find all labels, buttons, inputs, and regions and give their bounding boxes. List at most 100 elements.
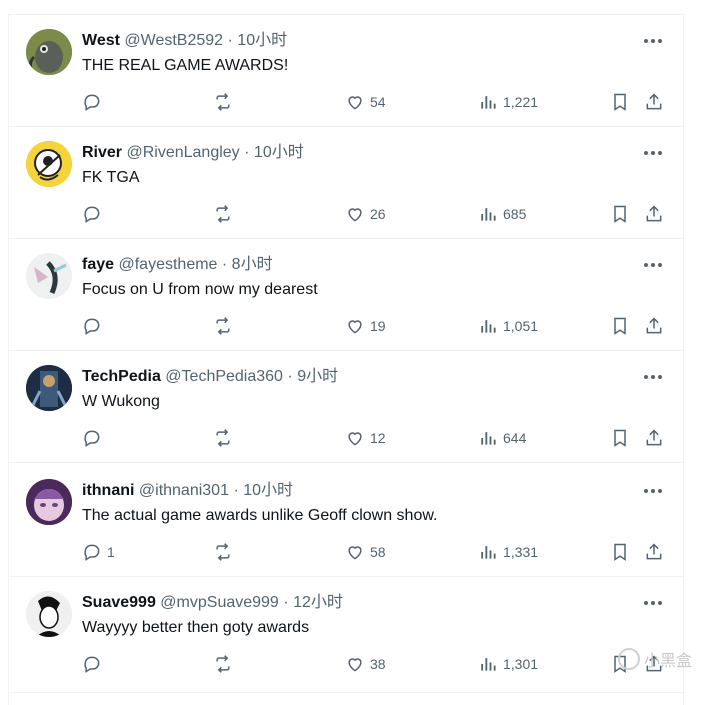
reply-button[interactable]: 1	[82, 541, 115, 563]
share-button[interactable]	[644, 91, 664, 113]
like-button[interactable]: 54	[345, 91, 386, 113]
retweet-button[interactable]	[213, 91, 233, 113]
retweet-button[interactable]	[213, 315, 233, 337]
reply-icon	[82, 428, 102, 448]
retweet-icon	[213, 92, 233, 112]
share-button[interactable]	[644, 541, 664, 563]
view-count: 1,301	[503, 656, 538, 672]
like-count: 26	[370, 206, 386, 222]
share-icon	[644, 428, 664, 448]
retweet-button[interactable]	[213, 653, 233, 675]
separator-dot: ·	[244, 144, 249, 161]
heart-icon	[345, 428, 365, 448]
bookmark-icon	[610, 204, 630, 224]
reply-button[interactable]	[82, 653, 107, 675]
like-button[interactable]: 38	[345, 653, 386, 675]
views-button[interactable]: 1,331	[478, 541, 538, 563]
timestamp[interactable]: 10小时	[237, 32, 287, 49]
user-handle[interactable]: @mvpSuave999	[160, 594, 279, 611]
action-bar: 1 58 1,331	[82, 541, 672, 563]
share-button[interactable]	[644, 315, 664, 337]
share-button[interactable]	[644, 203, 664, 225]
timestamp[interactable]: 8小时	[232, 256, 273, 273]
bookmark-button[interactable]	[610, 541, 630, 563]
views-button[interactable]: 644	[478, 427, 526, 449]
view-count: 1,331	[503, 544, 538, 560]
bookmark-button[interactable]	[610, 315, 630, 337]
like-button[interactable]: 12	[345, 427, 386, 449]
display-name[interactable]: ithnani	[82, 482, 134, 499]
reply-button[interactable]	[82, 427, 107, 449]
bookmark-button[interactable]	[610, 91, 630, 113]
retweet-icon	[213, 428, 233, 448]
avatar[interactable]	[26, 253, 72, 299]
separator-dot: ·	[233, 482, 238, 499]
reply-button[interactable]	[82, 315, 107, 337]
heart-icon	[345, 92, 365, 112]
like-button[interactable]: 26	[345, 203, 386, 225]
timestamp[interactable]: 9小时	[297, 368, 338, 385]
user-handle[interactable]: @WestB2592	[124, 32, 223, 49]
avatar[interactable]	[26, 29, 72, 75]
tweet-feed: West @WestB2592 · 10小时 THE REAL GAME AWA…	[8, 14, 684, 705]
views-icon	[478, 654, 498, 674]
more-icon[interactable]	[641, 31, 665, 51]
separator-dot: ·	[283, 594, 288, 611]
display-name[interactable]: Suave999	[82, 594, 156, 611]
action-bar: 38 1,301	[82, 653, 672, 675]
views-button[interactable]: 685	[478, 203, 526, 225]
share-icon	[644, 204, 664, 224]
avatar[interactable]	[26, 141, 72, 187]
display-name[interactable]: faye	[82, 256, 114, 273]
tweet-text: THE REAL GAME AWARDS!	[82, 55, 288, 76]
retweet-icon	[213, 204, 233, 224]
reply-button[interactable]	[82, 203, 107, 225]
tweet[interactable]: River @RivenLangley · 10小时 FK TGA 26 685	[9, 127, 683, 239]
display-name[interactable]: West	[82, 32, 120, 49]
timestamp[interactable]: 12小时	[293, 594, 343, 611]
share-button[interactable]	[644, 427, 664, 449]
tweet[interactable]: faye @fayestheme · 8小时 Focus on U from n…	[9, 239, 683, 351]
avatar[interactable]	[26, 479, 72, 525]
views-button[interactable]: 1,301	[478, 653, 538, 675]
views-button[interactable]: 1,051	[478, 315, 538, 337]
user-handle[interactable]: @TechPedia360	[165, 368, 283, 385]
user-handle[interactable]: @RivenLangley	[126, 144, 239, 161]
watermark: 小黑盒	[618, 647, 692, 671]
tweet[interactable]: West @WestB2592 · 10小时 THE REAL GAME AWA…	[9, 15, 683, 127]
bookmark-button[interactable]	[610, 427, 630, 449]
bookmark-button[interactable]	[610, 203, 630, 225]
tweet[interactable]: Suave999 @mvpSuave999 · 12小时 Wayyyy bett…	[9, 577, 683, 693]
like-count: 58	[370, 544, 386, 560]
more-icon[interactable]	[641, 481, 665, 501]
like-button[interactable]: 19	[345, 315, 386, 337]
tweet[interactable]: ithnani @ithnani301 · 10小时 The actual ga…	[9, 465, 683, 577]
views-icon	[478, 92, 498, 112]
more-icon[interactable]	[641, 143, 665, 163]
tweet-text: Focus on U from now my dearest	[82, 279, 318, 300]
user-handle[interactable]: @ithnani301	[139, 482, 229, 499]
timestamp[interactable]: 10小时	[243, 482, 293, 499]
more-icon[interactable]	[641, 593, 665, 613]
more-icon[interactable]	[641, 255, 665, 275]
tweet-text: The actual game awards unlike Geoff clow…	[82, 505, 437, 526]
avatar[interactable]	[26, 365, 72, 411]
like-button[interactable]: 58	[345, 541, 386, 563]
reply-count: 1	[107, 544, 115, 560]
timestamp[interactable]: 10小时	[254, 144, 304, 161]
display-name[interactable]: River	[82, 144, 122, 161]
retweet-button[interactable]	[213, 427, 233, 449]
retweet-button[interactable]	[213, 541, 233, 563]
share-icon	[644, 92, 664, 112]
avatar[interactable]	[26, 591, 72, 637]
user-handle[interactable]: @fayestheme	[118, 256, 217, 273]
reply-button[interactable]	[82, 91, 107, 113]
tweet-header: River @RivenLangley · 10小时	[82, 143, 304, 163]
more-icon[interactable]	[641, 367, 665, 387]
tweet[interactable]: TechPedia @TechPedia360 · 9小时 W Wukong 1…	[9, 351, 683, 463]
retweet-button[interactable]	[213, 203, 233, 225]
share-icon	[644, 542, 664, 562]
tweet-header: Suave999 @mvpSuave999 · 12小时	[82, 593, 343, 613]
display-name[interactable]: TechPedia	[82, 368, 161, 385]
views-button[interactable]: 1,221	[478, 91, 538, 113]
